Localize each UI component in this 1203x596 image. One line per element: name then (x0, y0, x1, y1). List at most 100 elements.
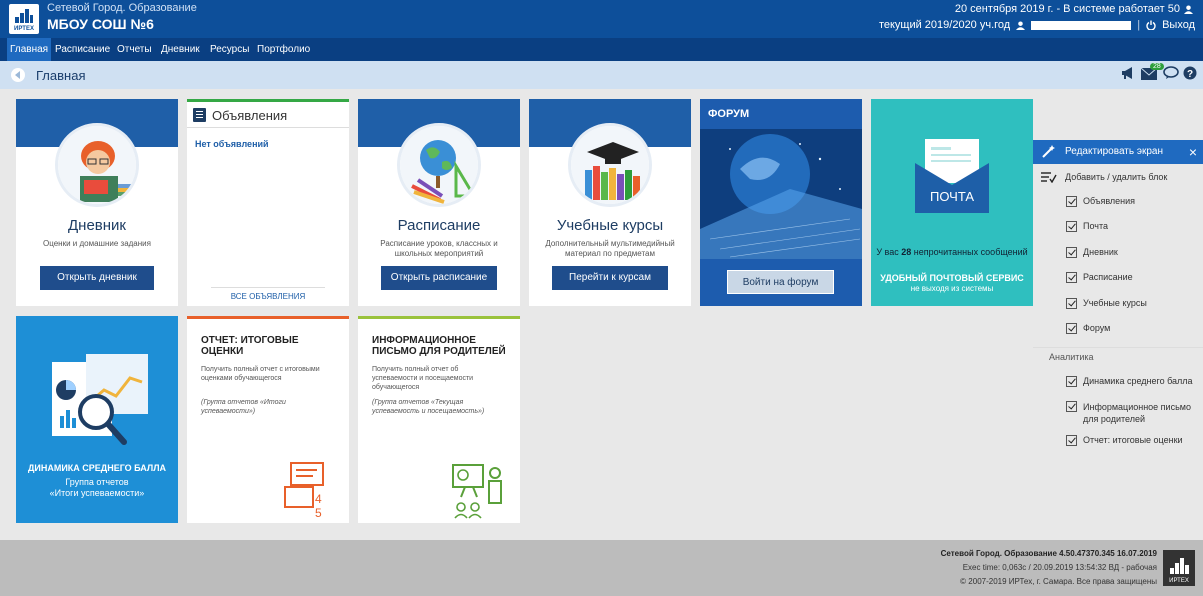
tile-mail: ПОЧТА У вас 28 непрочитанных сообщений У… (871, 99, 1033, 306)
block-toggle-parents-letter[interactable]: Информационное письмо для родителей (1033, 397, 1203, 431)
avg-grade-title: ДИНАМИКА СРЕДНЕГО БАЛЛА (27, 463, 167, 473)
irtech-logo[interactable]: ИРТЕХ (9, 4, 39, 34)
magic-wand-icon (1042, 145, 1055, 158)
report-final-group: (Группа отчетов «Итоги успеваемости») (201, 399, 286, 415)
nav-reports[interactable]: Отчеты (114, 38, 155, 61)
forum-title: ФОРУМ (708, 108, 750, 120)
checkbox[interactable] (1066, 323, 1077, 334)
tile-courses: Учебные курсы Дополнительный мультимедий… (529, 99, 691, 306)
block-toggle-avg-grade[interactable]: Динамика среднего балла (1033, 367, 1203, 397)
document-icon (193, 108, 206, 122)
chat-icon[interactable] (1163, 66, 1179, 80)
open-schedule-button[interactable]: Открыть расписание (381, 266, 497, 290)
top-header: ИРТЕХ Сетевой Город. Образование МБОУ СО… (0, 0, 1203, 38)
analytics-magnifier-icon (52, 354, 148, 445)
analytics-section-label: Аналитика (1033, 347, 1203, 367)
power-icon[interactable] (1146, 20, 1156, 30)
school-year[interactable]: текущий 2019/2020 уч.год (879, 19, 1010, 31)
nav-diary[interactable]: Дневник (158, 38, 203, 61)
block-toggle-announcements[interactable]: Объявления (1033, 190, 1203, 215)
megaphone-icon[interactable] (1121, 66, 1137, 80)
no-announcements-text: Нет объявлений (195, 139, 269, 149)
nav-schedule[interactable]: Расписание (52, 38, 113, 61)
diary-subtitle: Оценки и домашние задания (43, 239, 151, 248)
teacher-board-icon (452, 464, 502, 519)
footer: Сетевой Город. Образование 4.50.47370.34… (0, 540, 1203, 596)
block-toggle-forum[interactable]: Форум (1033, 317, 1203, 347)
checkbox[interactable] (1066, 196, 1077, 207)
block-toggle-courses[interactable]: Учебные курсы (1033, 292, 1203, 317)
checkbox[interactable] (1066, 401, 1077, 412)
add-remove-block[interactable]: Добавить / удалить блок (1033, 164, 1203, 190)
main-nav: Главная Расписание Отчеты Дневник Ресурс… (0, 38, 1203, 61)
go-to-courses-button[interactable]: Перейти к курсам (552, 266, 668, 290)
tile-schedule: Расписание Расписание уроков, классных и… (358, 99, 520, 306)
user-icon (1016, 20, 1026, 30)
student-reading-illustration (55, 123, 139, 207)
exec-time: Exec time: 0,063с / 20.09.2019 13:54:32 … (962, 563, 1157, 572)
list-check-icon (1041, 172, 1057, 183)
mail-service-title: УДОБНЫЙ ПОЧТОВЫЙ СЕРВИС (880, 273, 1024, 283)
page-title: Главная (36, 68, 86, 83)
tile-announcements: Объявления Нет объявлений ВСЕ ОБЪЯВЛЕНИЯ (187, 99, 349, 306)
school-name: МБОУ СОШ №6 (47, 16, 154, 32)
mail-button[interactable]: 28 (1141, 63, 1164, 80)
open-diary-button[interactable]: Открыть дневник (40, 266, 154, 290)
checkbox[interactable] (1066, 272, 1077, 283)
help-icon[interactable]: ? (1183, 66, 1197, 80)
report-final-title: ОТЧЕТ: ИТОГОВЫЕ ОЦЕНКИ (201, 335, 299, 357)
tile-report-parents-letter[interactable]: ИНФОРМАЦИОННОЕ ПИСЬМО ДЛЯ РОДИТЕЛЕЙ Полу… (358, 316, 520, 523)
logout-link[interactable]: Выход (1162, 19, 1195, 31)
enter-forum-button[interactable]: Войти на форум (727, 270, 834, 294)
year-row: текущий 2019/2020 уч.год | Выход (878, 19, 1195, 31)
tile-report-final-grades[interactable]: ОТЧЕТ: ИТОГОВЫЕ ОЦЕНКИ Получить полный о… (187, 316, 349, 523)
nav-home[interactable]: Главная (7, 38, 52, 61)
breadcrumb-tools: 28 ? (1121, 63, 1197, 80)
svg-text:?: ? (1187, 69, 1193, 80)
svg-text:4: 4 (315, 492, 322, 506)
announcements-title: Объявления (212, 108, 288, 123)
report-parents-title: ИНФОРМАЦИОННОЕ ПИСЬМО ДЛЯ РОДИТЕЛЕЙ (372, 335, 506, 357)
user-name-redacted[interactable] (1031, 20, 1132, 30)
date-status: 20 сентября 2019 г. - В системе работает… (955, 3, 1193, 15)
globe-illustration (397, 123, 481, 207)
version-info: Сетевой Город. Образование 4.50.47370.34… (940, 549, 1157, 558)
mail-service-sub: не выходя из системы (910, 284, 994, 293)
checkbox[interactable] (1066, 435, 1077, 446)
copyright: © 2007-2019 ИРТех, г. Самара. Все права … (960, 577, 1157, 586)
checkbox[interactable] (1066, 247, 1077, 258)
close-icon[interactable]: × (1189, 140, 1197, 164)
block-toggle-mail[interactable]: Почта (1033, 215, 1203, 241)
checkbox[interactable] (1066, 298, 1077, 309)
nav-resources[interactable]: Ресурсы (207, 38, 252, 61)
checkbox[interactable] (1066, 376, 1077, 387)
mail-envelope-label: ПОЧТА (929, 189, 974, 204)
laptop-globe-image (700, 129, 862, 259)
tile-average-grade[interactable]: ДИНАМИКА СРЕДНЕГО БАЛЛА Группа отчетов «… (16, 316, 178, 523)
block-toggle-diary[interactable]: Дневник (1033, 241, 1203, 266)
user-icon (1184, 4, 1193, 14)
report-parents-desc: Получить полный отчет об успеваемости и … (372, 366, 474, 391)
mail-badge: 28 (1150, 63, 1164, 70)
irtech-footer-logo[interactable]: ИРТЕХ (1163, 550, 1195, 586)
courses-title: Учебные курсы (556, 217, 664, 234)
all-announcements-link[interactable]: ВСЕ ОБЪЯВЛЕНИЯ (187, 292, 349, 301)
checkbox[interactable] (1066, 221, 1077, 232)
schedule-subtitle: Расписание уроков, классных и школьных м… (380, 239, 498, 258)
tile-diary: Дневник Оценки и домашние задания Открыт… (16, 99, 178, 306)
courses-subtitle: Дополнительный мультимедийный материал п… (545, 239, 675, 258)
block-toggle-schedule[interactable]: Расписание (1033, 266, 1203, 292)
app-title: Сетевой Город. Образование (47, 2, 197, 14)
block-toggle-final-grades[interactable]: Отчет: итоговые оценки (1033, 431, 1203, 455)
nav-portfolio[interactable]: Портфолио (254, 38, 313, 61)
edit-screen-header[interactable]: Редактировать экран × (1033, 140, 1203, 164)
svg-text:5: 5 (315, 506, 322, 519)
schedule-title: Расписание (397, 217, 481, 234)
back-arrow-icon[interactable] (11, 68, 27, 82)
report-parents-group: (Группа отчетов «Текущая успеваемость и … (372, 399, 485, 415)
breadcrumb: Главная 28 ? (0, 61, 1203, 89)
diary-title: Дневник (68, 217, 126, 234)
unread-info: У вас 28 непрочитанных сообщений (876, 247, 1028, 257)
tile-forum: ФОРУМ Войти на форум (700, 99, 862, 306)
edit-screen-panel: Редактировать экран × Добавить / удалить… (1033, 140, 1203, 455)
